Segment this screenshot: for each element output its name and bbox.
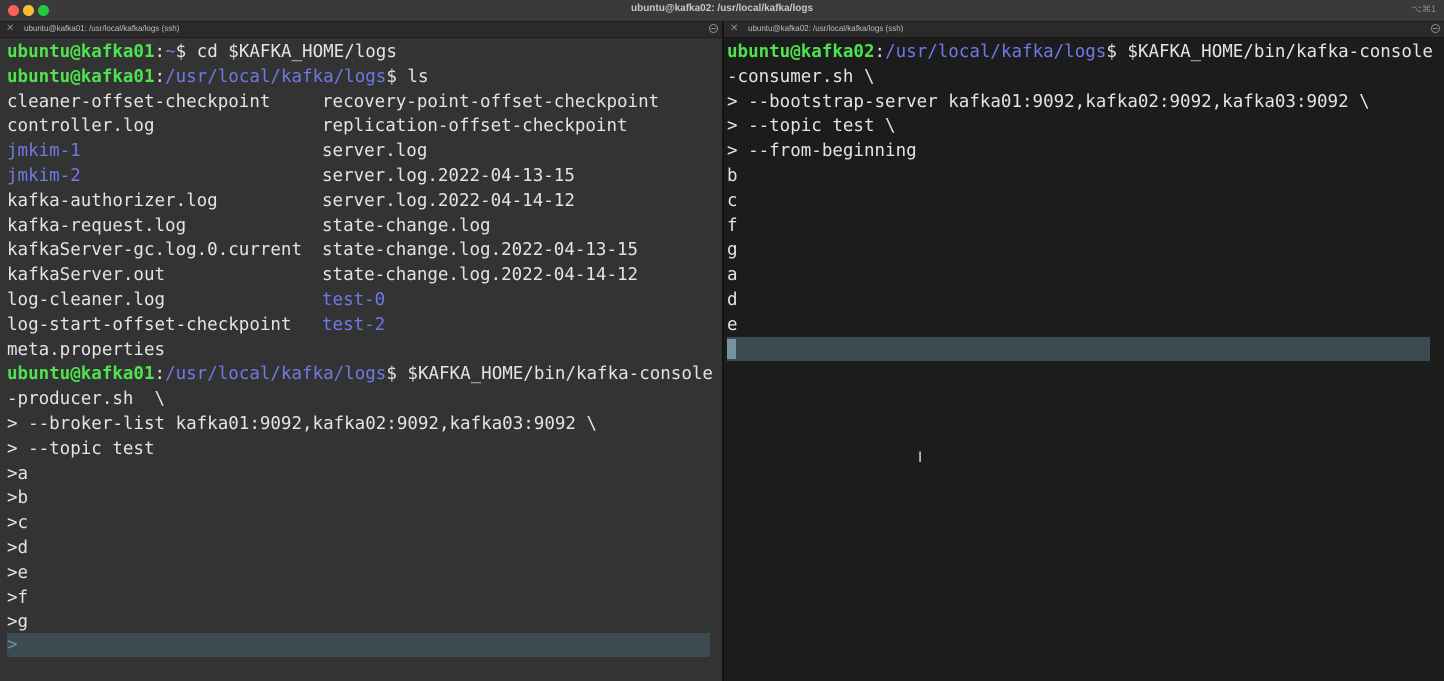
producer-input: >g: [7, 612, 29, 633]
ls-row: jmkim-2 server.log.2022-04-13-15: [7, 165, 575, 186]
producer-input: >d: [7, 537, 29, 558]
consumer-output: g: [727, 240, 738, 261]
producer-input: >f: [7, 587, 29, 608]
text-cursor-icon: I: [918, 450, 923, 466]
producer-input: >e: [7, 562, 29, 583]
ls-row: kafka-request.log state-change.log: [7, 215, 491, 236]
tab-right[interactable]: ✕ ubuntu@kafka02: /usr/local/kafka/logs …: [724, 22, 1444, 38]
prompt-line: ubuntu@kafka01:~$ cd $KAFKA_HOME/logs: [7, 42, 397, 62]
ls-row: kafkaServer-gc.log.0.current state-change…: [7, 240, 639, 261]
terminal-output-right: ubuntu@kafka02:/usr/local/kafka/logs$ $K…: [727, 40, 1444, 338]
command-continuation: -consumer.sh \: [727, 66, 875, 87]
producer-input: >b: [7, 488, 29, 509]
consumer-output: d: [727, 289, 738, 310]
terminal-output-left: ubuntu@kafka01:~$ cd $KAFKA_HOME/logs ub…: [7, 40, 722, 635]
ls-row: controller.log replication-offset-checkpo…: [7, 116, 628, 137]
text-cursor: [727, 339, 736, 359]
terminal-pane-right[interactable]: ubuntu@kafka02:/usr/local/kafka/logs$ $K…: [724, 38, 1444, 681]
command-continuation: > --bootstrap-server kafka01:9092,kafka0…: [727, 91, 1370, 112]
consumer-output: a: [727, 265, 738, 286]
tab-title-right: ubuntu@kafka02: /usr/local/kafka/logs (s…: [748, 24, 904, 33]
input-prompt: >: [7, 635, 18, 655]
command-continuation: > --from-beginning: [727, 141, 917, 162]
window-shortcut: ⌥⌘1: [1411, 4, 1436, 14]
tab-menu-icon[interactable]: [709, 24, 718, 33]
window-title: ubuntu@kafka02: /usr/local/kafka/logs: [630, 3, 814, 14]
terminal-window: ubuntu@kafka02: /usr/local/kafka/logs ⌥⌘…: [0, 0, 1444, 681]
prompt-line: ubuntu@kafka01:/usr/local/kafka/logs$ ls: [7, 66, 429, 87]
terminal-pane-left[interactable]: ubuntu@kafka01:~$ cd $KAFKA_HOME/logs ub…: [0, 38, 722, 681]
prompt-line: ubuntu@kafka02:/usr/local/kafka/logs$ $K…: [727, 42, 1433, 62]
tab-left[interactable]: ✕ ubuntu@kafka01: /usr/local/kafka/logs …: [0, 22, 722, 38]
ls-row: log-cleaner.log test-0: [7, 289, 386, 310]
ls-row: kafka-authorizer.log server.log.2022-04-1…: [7, 190, 575, 211]
prompt-line: ubuntu@kafka01:/usr/local/kafka/logs$ $K…: [7, 364, 713, 385]
producer-input: >a: [7, 463, 29, 484]
producer-input: >c: [7, 513, 29, 534]
command-continuation: -producer.sh \: [7, 389, 166, 410]
consumer-output: e: [727, 314, 738, 335]
active-input-line[interactable]: >: [7, 633, 710, 657]
command-continuation: > --topic test \: [727, 116, 896, 137]
consumer-output: b: [727, 165, 738, 186]
ls-row: kafkaServer.out state-change.log.2022-04-…: [7, 265, 639, 286]
ls-row: log-start-offset-checkpoint test-2: [7, 314, 386, 335]
consumer-output: c: [727, 190, 738, 211]
tab-title-left: ubuntu@kafka01: /usr/local/kafka/logs (s…: [24, 24, 180, 33]
command-continuation: > --broker-list kafka01:9092,kafka02:909…: [7, 413, 598, 434]
ls-row: jmkim-1 server.log: [7, 141, 428, 162]
title-bar[interactable]: ubuntu@kafka02: /usr/local/kafka/logs ⌥⌘…: [0, 0, 1444, 22]
ls-row: meta.properties: [7, 339, 166, 360]
tab-menu-icon[interactable]: [1431, 24, 1440, 33]
ls-row: cleaner-offset-checkpoint recovery-point-…: [7, 91, 660, 112]
active-input-line[interactable]: [727, 337, 1430, 361]
close-icon[interactable]: ✕: [6, 23, 14, 34]
command-continuation: > --topic test: [7, 438, 155, 459]
close-icon[interactable]: ✕: [730, 23, 738, 34]
consumer-output: f: [727, 215, 738, 236]
